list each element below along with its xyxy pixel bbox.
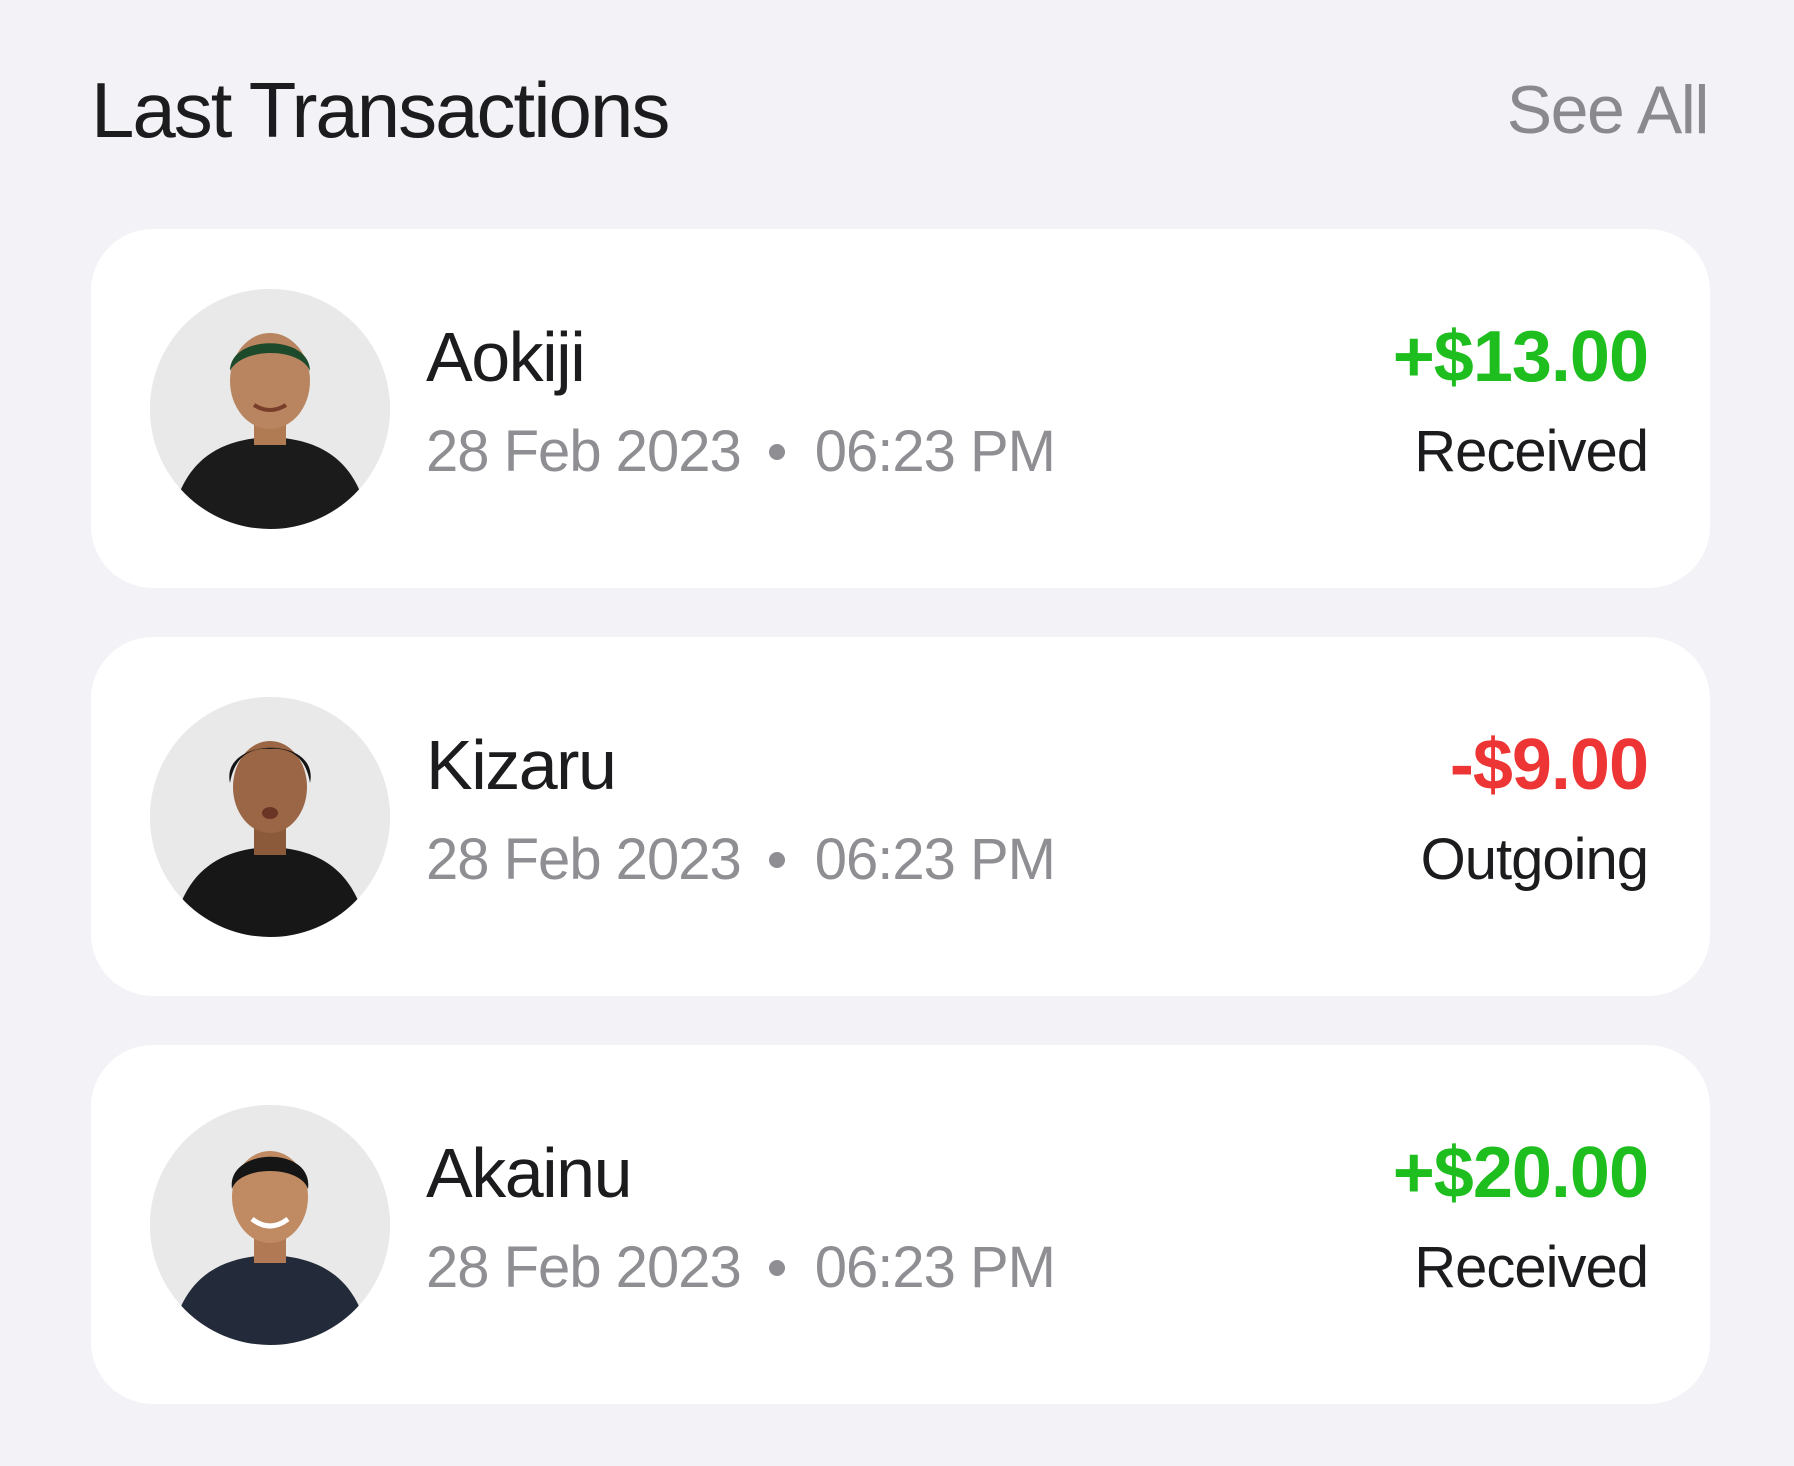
contact-name: Kizaru — [426, 726, 617, 804]
transaction-amount: +$20.00 — [1392, 1133, 1649, 1213]
transaction-info: Kizaru 28 Feb 2023 06:23 PM — [426, 725, 1056, 895]
transaction-amount-block: +$13.00 Received — [1392, 317, 1649, 487]
transaction-info: Akainu 28 Feb 2023 06:23 PM — [426, 1133, 1056, 1303]
person-photo-icon — [150, 289, 390, 529]
contact-name: Akainu — [426, 1134, 633, 1212]
transaction-status: Outgoing — [1420, 827, 1649, 892]
transaction-datetime: 28 Feb 2023 06:23 PM — [426, 825, 1056, 895]
separator-dot-icon — [768, 1260, 785, 1276]
person-photo-icon — [150, 697, 390, 937]
see-all-button[interactable]: See All — [1507, 71, 1710, 149]
section-header: Last Transactions See All — [91, 60, 1710, 160]
transaction-time: 06:23 PM — [814, 827, 1056, 892]
transaction-date: 28 Feb 2023 — [426, 827, 742, 892]
transaction-date: 28 Feb 2023 — [426, 419, 742, 484]
transaction-time: 06:23 PM — [814, 1235, 1056, 1300]
avatar — [150, 697, 390, 937]
transaction-status: Received — [1414, 1235, 1649, 1300]
transaction-time: 06:23 PM — [814, 419, 1056, 484]
transaction-row[interactable]: Aokiji 28 Feb 2023 06:23 PM +$13.00 Rece… — [91, 229, 1710, 588]
contact-name: Aokiji — [426, 318, 586, 396]
person-photo-icon — [150, 1105, 390, 1345]
separator-dot-icon — [768, 852, 785, 868]
transaction-datetime: 28 Feb 2023 06:23 PM — [426, 1233, 1056, 1303]
transaction-amount-block: -$9.00 Outgoing — [1420, 725, 1649, 895]
transaction-info: Aokiji 28 Feb 2023 06:23 PM — [426, 317, 1056, 487]
avatar — [150, 289, 390, 529]
transaction-amount: +$13.00 — [1392, 317, 1649, 397]
separator-dot-icon — [768, 444, 785, 460]
transaction-datetime: 28 Feb 2023 06:23 PM — [426, 417, 1056, 487]
transaction-row[interactable]: Kizaru 28 Feb 2023 06:23 PM -$9.00 Outgo… — [91, 637, 1710, 996]
transaction-list: Aokiji 28 Feb 2023 06:23 PM +$13.00 Rece… — [91, 229, 1710, 1453]
avatar — [150, 1105, 390, 1345]
transaction-amount: -$9.00 — [1449, 725, 1649, 805]
section-title: Last Transactions — [91, 65, 670, 154]
transaction-amount-block: +$20.00 Received — [1392, 1133, 1649, 1303]
transaction-row[interactable]: Akainu 28 Feb 2023 06:23 PM +$20.00 Rece… — [91, 1045, 1710, 1404]
transaction-status: Received — [1414, 419, 1649, 484]
transaction-date: 28 Feb 2023 — [426, 1235, 742, 1300]
